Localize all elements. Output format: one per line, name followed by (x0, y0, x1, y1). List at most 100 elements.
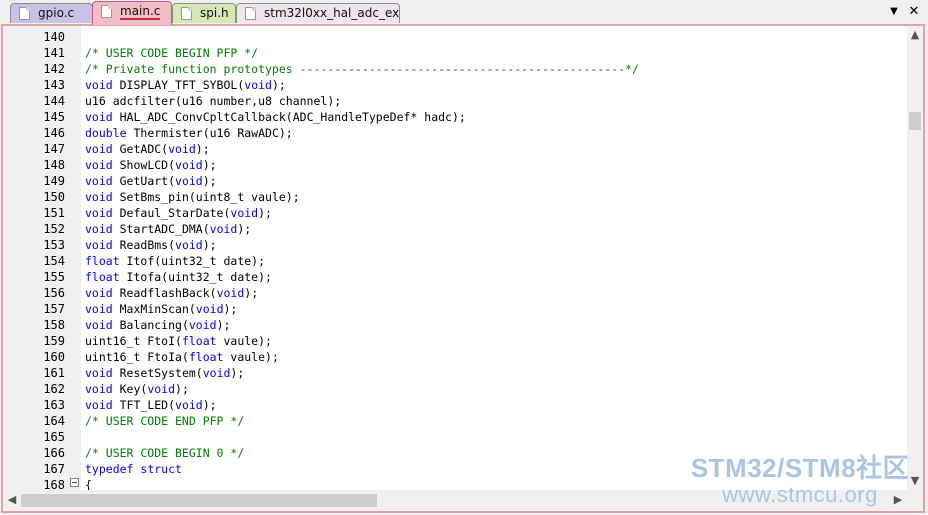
code-line[interactable]: void Defaul_StarDate(void); (85, 205, 272, 221)
code-token: uint16_t FtoIa( (85, 350, 189, 364)
code-token: DISPLAY_TFT_SYBOL( (112, 78, 245, 92)
code-token: ); (223, 302, 238, 316)
code-line[interactable]: float Itof(uint32_t date); (85, 253, 265, 269)
vertical-scroll-thumb[interactable] (909, 112, 921, 130)
code-line[interactable]: /* USER CODE BEGIN 0 */ (85, 445, 244, 461)
keyword-token: void (85, 286, 113, 300)
code-line[interactable]: void GetADC(void); (85, 141, 210, 157)
keyword-token: void (244, 78, 272, 92)
code-token: ResetSystem( (112, 366, 203, 380)
code-token: ); (230, 366, 245, 380)
line-number: 149 (43, 174, 65, 188)
keyword-token: void (85, 318, 113, 332)
code-line[interactable]: void ShowLCD(void); (85, 157, 217, 173)
line-number: 165 (43, 430, 65, 444)
keyword-token: void (209, 222, 238, 236)
fold-toggle-icon[interactable] (70, 478, 79, 487)
code-line[interactable]: u16 adcfilter(u16 number,u8 channel); (85, 93, 341, 109)
code-line[interactable]: void TFT_LED(void); (85, 397, 217, 413)
keyword-token: void (175, 238, 203, 252)
code-line[interactable]: void ResetSystem(void); (85, 365, 244, 381)
code-token: ); (237, 222, 252, 236)
code-token: ); (202, 158, 217, 172)
code-token: uint16_t FtoI( (85, 334, 182, 348)
code-line[interactable]: void ReadflashBack(void); (85, 285, 258, 301)
keyword-token: void (85, 158, 113, 172)
keyword-token: void (168, 142, 196, 156)
code-line[interactable]: /* USER CODE END PFP */ (85, 413, 244, 429)
line-number: 153 (43, 238, 65, 252)
scrollbar-corner (907, 490, 923, 511)
code-token: ); (244, 286, 259, 300)
code-token: Defaul_StarDate( (112, 206, 231, 220)
code-line[interactable]: void SetBms_pin(uint8_t vaule); (85, 189, 300, 205)
code-token: u16 adcfilter(u16 number,u8 channel); (85, 94, 342, 108)
tab-spi-h[interactable]: spi.h (172, 3, 236, 23)
fold-margin (67, 26, 81, 490)
code-token: Key( (112, 382, 148, 396)
code-line[interactable]: void HAL_ADC_ConvCpltCallback(ADC_Handle… (85, 109, 466, 125)
code-line[interactable]: void ReadBms(void); (85, 237, 217, 253)
keyword-token: float (181, 334, 217, 348)
code-line[interactable]: /* Private function prototypes ---------… (85, 61, 639, 77)
line-number: 154 (43, 254, 65, 268)
keyword-token: float (85, 270, 120, 284)
line-number: 151 (43, 206, 65, 220)
tab-gpio-c[interactable]: gpio.c (10, 3, 93, 23)
line-number: 145 (43, 110, 65, 124)
code-editor[interactable]: 140 141 142 143 144 145 146 147 148 149 150 151 152 1… (1, 24, 925, 513)
code-line[interactable]: void DISPLAY_TFT_SYBOL(void); (85, 77, 286, 93)
keyword-token: void (195, 302, 224, 316)
horizontal-scroll-thumb[interactable] (21, 494, 377, 507)
line-number-gutter: 140 141 142 143 144 145 146 147 148 149 150 151 152 1… (3, 26, 67, 492)
code-token: GetUart( (112, 174, 176, 188)
scroll-up-icon[interactable]: ▲ (907, 28, 923, 42)
keyword-token: void (175, 174, 203, 188)
comment-token: /* Private function prototypes ---------… (85, 62, 639, 76)
code-token: TFT_LED( (112, 398, 176, 412)
keyword-token: void (85, 382, 113, 396)
code-line[interactable]: /* USER CODE BEGIN PFP */ (85, 45, 258, 61)
line-number: 164 (43, 414, 65, 428)
line-number: 167 (43, 462, 65, 476)
vertical-scrollbar[interactable]: ▲ ▼ (907, 26, 923, 490)
code-line[interactable]: void GetUart(void); (85, 173, 217, 189)
line-number: 160 (43, 350, 65, 364)
keyword-token: void (85, 302, 113, 316)
line-number: 158 (43, 318, 65, 332)
code-token: vaule); (223, 350, 279, 364)
tab-stm32l0xx-hal-adc-ex-c[interactable]: stm32l0xx_hal_adc_ex.c (236, 3, 400, 23)
scroll-left-icon[interactable]: ◀ (5, 493, 19, 507)
code-token: SetBms_pin(uint8_t vaule); (112, 190, 300, 204)
code-line[interactable]: void Balancing(void); (85, 317, 230, 333)
horizontal-scrollbar[interactable]: ◀ ▶ (3, 490, 907, 511)
line-number: 140 (43, 30, 65, 44)
code-area[interactable]: /* USER CODE BEGIN PFP */ /* Private func… (81, 26, 907, 492)
code-token: ); (202, 238, 217, 252)
line-number: 142 (43, 62, 65, 76)
keyword-token: typedef (85, 462, 134, 476)
keyword-token: void (85, 174, 113, 188)
close-icon[interactable]: ✕ (907, 4, 921, 20)
scroll-right-icon[interactable]: ▶ (891, 493, 905, 507)
line-number: 152 (43, 222, 65, 236)
code-token: ReadflashBack( (112, 286, 217, 300)
code-line[interactable]: uint16_t FtoI(float vaule); (85, 333, 272, 349)
tab-main-c[interactable]: main.c (92, 1, 172, 25)
code-line[interactable]: void MaxMinScan(void); (85, 301, 237, 317)
c-file-icon (101, 5, 112, 18)
code-token: ); (202, 174, 217, 188)
code-line[interactable]: double Thermister(u16 RawADC); (85, 125, 293, 141)
code-line[interactable]: void StartADC_DMA(void); (85, 221, 251, 237)
scroll-down-icon[interactable]: ▼ (907, 474, 923, 488)
keyword-token: void (147, 382, 176, 396)
comment-token: /* USER CODE BEGIN 0 */ (85, 446, 245, 460)
code-token: Thermister(u16 RawADC); (126, 126, 293, 140)
line-number: 155 (43, 270, 65, 284)
code-line[interactable]: uint16_t FtoIa(float vaule); (85, 349, 279, 365)
chevron-down-icon[interactable]: ▼ (887, 4, 901, 20)
code-line[interactable]: typedef struct (85, 461, 182, 477)
keyword-token: struct (140, 462, 182, 476)
code-line[interactable]: void Key(void); (85, 381, 189, 397)
code-line[interactable]: float Itofa(uint32_t date); (85, 269, 272, 285)
